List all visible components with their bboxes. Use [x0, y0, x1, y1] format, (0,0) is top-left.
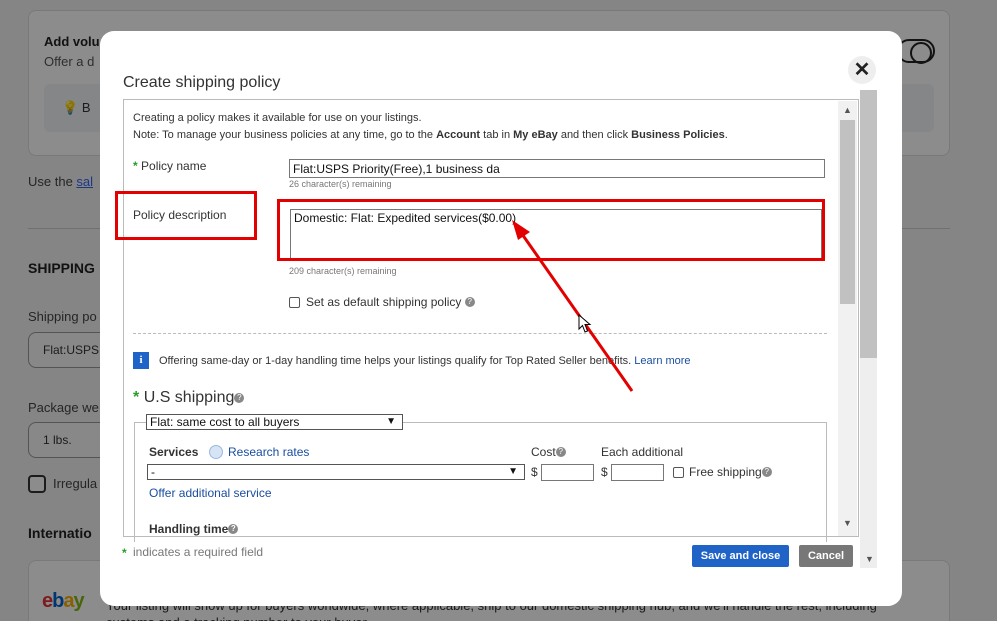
- annotation-arrow: [512, 220, 634, 392]
- mouse-cursor-icon: [578, 314, 592, 333]
